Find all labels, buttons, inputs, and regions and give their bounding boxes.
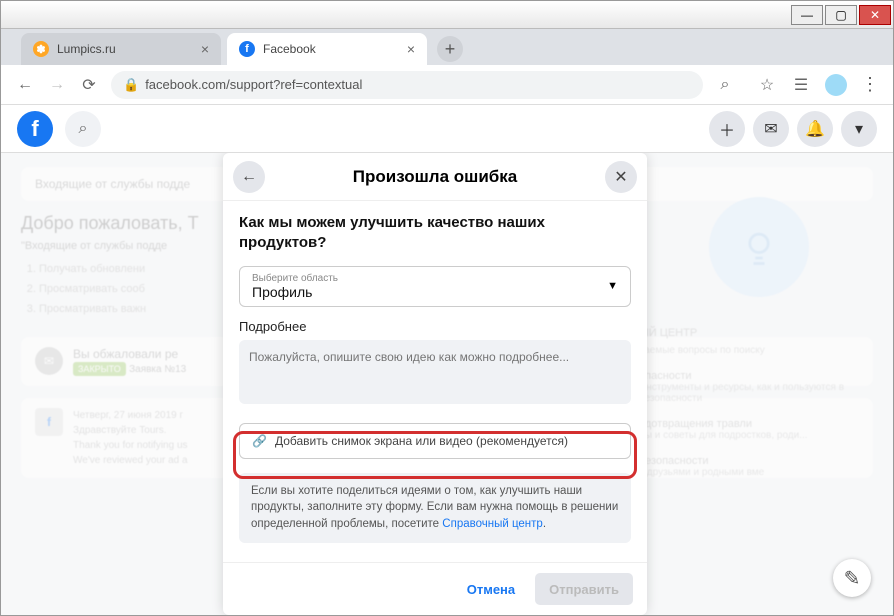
facebook-search-button[interactable]: ⌕ <box>65 111 101 147</box>
info-text: Если вы хотите поделиться идеями о том, … <box>251 485 618 530</box>
select-value: Профиль <box>252 284 338 300</box>
question-heading: Как мы можем улучшить качество наших про… <box>239 213 631 254</box>
details-textarea[interactable] <box>239 340 631 404</box>
url-field[interactable]: 🔒 facebook.com/support?ref=contextual <box>111 71 703 99</box>
tab-strip: ✽ Lumpics.ru × f Facebook × + <box>1 29 893 65</box>
forward-icon[interactable]: → <box>47 75 67 95</box>
page-content: Входящие от службы подде Добро пожаловат… <box>1 153 893 615</box>
dialog-close-button[interactable]: ✕ <box>605 161 637 193</box>
add-screenshot-button[interactable]: 🔗 Добавить снимок экрана или видео (реко… <box>239 423 631 459</box>
messenger-icon[interactable]: ✉ <box>753 111 789 147</box>
lock-icon: 🔒 <box>123 77 139 93</box>
reading-list-icon[interactable]: ☰ <box>791 75 811 95</box>
lumpics-favicon: ✽ <box>33 41 49 57</box>
create-button[interactable]: ＋ <box>709 111 745 147</box>
window-titlebar: — ▢ ✕ <box>1 1 893 29</box>
notifications-icon[interactable]: 🔔 <box>797 111 833 147</box>
dialog-back-button[interactable]: ← <box>233 161 265 193</box>
tab-close-icon[interactable]: × <box>201 41 209 57</box>
dialog-header: ← Произошла ошибка ✕ <box>223 153 647 201</box>
area-select[interactable]: Выберите область Профиль ▼ <box>239 266 631 307</box>
url-text: facebook.com/support?ref=contextual <box>145 77 362 92</box>
tab-label: Facebook <box>263 42 316 56</box>
maximize-button[interactable]: ▢ <box>825 5 857 25</box>
star-icon[interactable]: ☆ <box>757 75 777 95</box>
back-icon[interactable]: ← <box>15 75 35 95</box>
cancel-button[interactable]: Отмена <box>453 573 529 605</box>
dialog-title: Произошла ошибка <box>353 167 517 187</box>
browser-menu-icon[interactable]: ⋮ <box>861 74 879 95</box>
account-menu-icon[interactable]: ▾ <box>841 111 877 147</box>
facebook-favicon: f <box>239 41 255 57</box>
submit-button: Отправить <box>535 573 633 605</box>
new-message-fab[interactable]: ✎ <box>833 559 871 597</box>
facebook-logo[interactable]: f <box>17 111 53 147</box>
paperclip-icon: 🔗 <box>252 434 267 448</box>
feedback-dialog: ← Произошла ошибка ✕ Как мы можем улучши… <box>223 153 647 615</box>
tab-lumpics[interactable]: ✽ Lumpics.ru × <box>21 33 221 65</box>
info-box: Если вы хотите поделиться идеями о том, … <box>239 473 631 543</box>
dialog-footer: Отмена Отправить <box>223 562 647 615</box>
dialog-body: Как мы можем улучшить качество наших про… <box>223 201 647 562</box>
help-center-link[interactable]: Справочный центр <box>442 518 543 530</box>
address-bar: ← → ⟳ 🔒 facebook.com/support?ref=context… <box>1 65 893 105</box>
close-window-button[interactable]: ✕ <box>859 5 891 25</box>
search-icon[interactable]: ⌕ <box>715 75 735 95</box>
details-label: Подробнее <box>239 319 631 334</box>
tab-label: Lumpics.ru <box>57 42 116 56</box>
new-tab-button[interactable]: + <box>437 36 463 62</box>
tab-close-icon[interactable]: × <box>407 41 415 57</box>
chevron-down-icon: ▼ <box>607 280 618 292</box>
facebook-header: f ⌕ ＋ ✉ 🔔 ▾ <box>1 105 893 153</box>
reload-icon[interactable]: ⟳ <box>79 75 99 95</box>
select-label: Выберите область <box>252 273 338 284</box>
attach-label: Добавить снимок экрана или видео (рекоме… <box>275 434 568 448</box>
minimize-button[interactable]: — <box>791 5 823 25</box>
profile-avatar[interactable] <box>825 74 847 96</box>
tab-facebook[interactable]: f Facebook × <box>227 33 427 65</box>
